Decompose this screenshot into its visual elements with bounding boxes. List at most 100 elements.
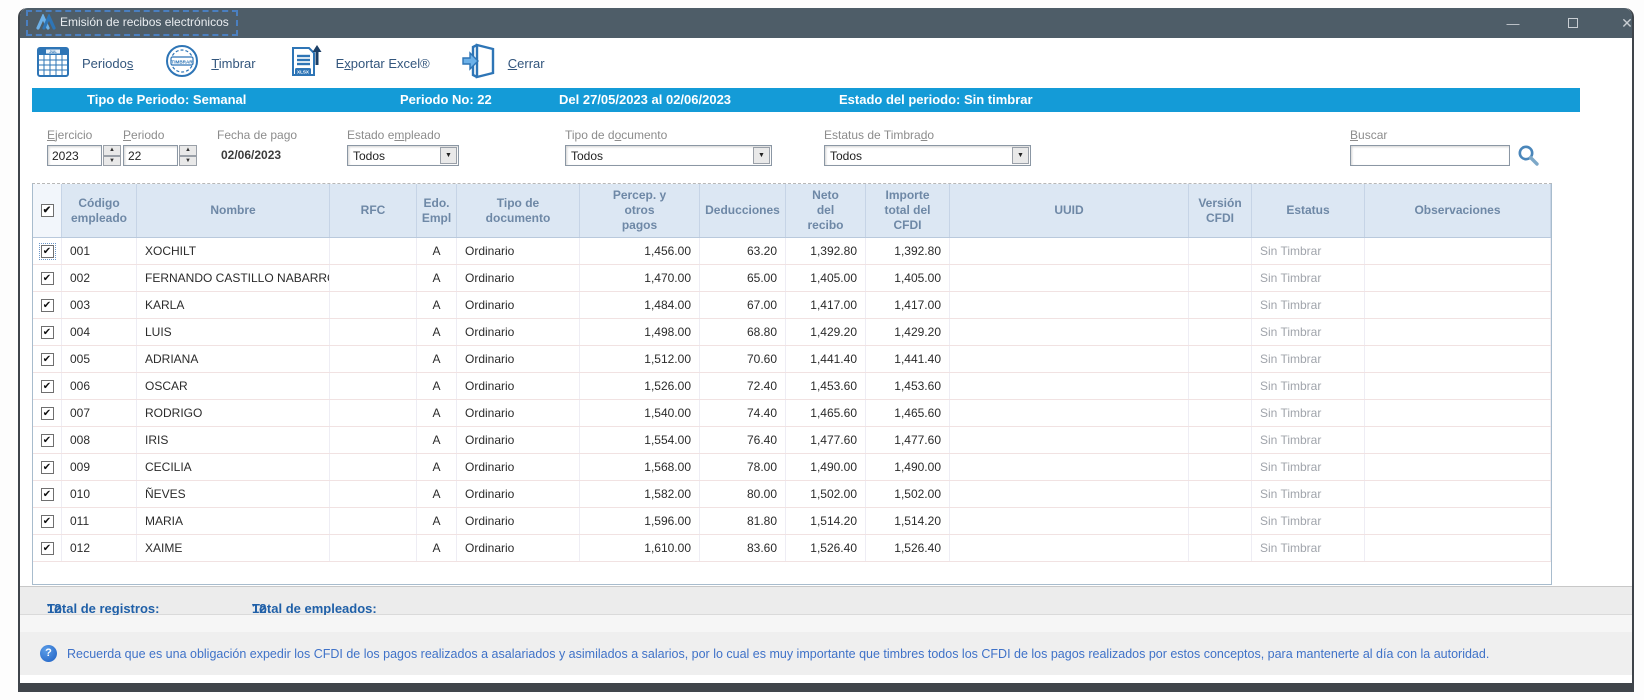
periodo-numero: Periodo No: 22 xyxy=(400,92,492,107)
column-header-percep: Percep. y otros pagos xyxy=(580,184,700,237)
ejercicio-up-icon[interactable]: ▲ xyxy=(103,145,121,156)
fecha-pago-label: Fecha de pago xyxy=(217,128,297,142)
table-header-row: ✔ Código empleadoNombreRFCEdo. EmplTipo … xyxy=(33,184,1551,238)
table-row[interactable]: ✔006OSCARAOrdinario1,526.0072.401,453.60… xyxy=(33,373,1551,400)
estatus-timbrado-select[interactable]: Todos ▼ xyxy=(824,145,1031,166)
maximize-icon xyxy=(1568,18,1578,28)
window-bottom-border xyxy=(20,683,1632,692)
periodo-down-icon[interactable]: ▼ xyxy=(179,156,197,167)
table-row[interactable]: ✔007RODRIGOAOrdinario1,540.0074.401,465.… xyxy=(33,400,1551,427)
search-input[interactable] xyxy=(1350,145,1510,166)
row-checkbox[interactable]: ✔ xyxy=(41,299,54,312)
ejercicio-label: Ejercicio xyxy=(47,128,92,142)
exportar-excel-label: Exportar Excel® xyxy=(336,56,430,71)
column-header-estatus: Estatus xyxy=(1252,184,1365,237)
timbrar-button[interactable]: TIMBRAR Timbrar xyxy=(163,42,255,85)
exit-door-icon xyxy=(460,41,498,86)
ejercicio-down-icon[interactable]: ▼ xyxy=(103,156,121,167)
table-row[interactable]: ✔010ÑEVESAOrdinario1,582.0080.001,502.00… xyxy=(33,481,1551,508)
row-checkbox[interactable]: ✔ xyxy=(41,353,54,366)
table-row[interactable]: ✔004LUISAOrdinario1,498.0068.801,429.201… xyxy=(33,319,1551,346)
chevron-down-icon[interactable]: ▼ xyxy=(440,147,457,164)
column-header-importe: Importe total del CFDI xyxy=(866,184,950,237)
svg-text:TIMBRAR: TIMBRAR xyxy=(172,59,194,64)
minimize-button[interactable]: — xyxy=(1498,12,1528,34)
screen: Emisión de recibos electrónicos — ✕ JUL xyxy=(0,0,1644,700)
periodos-button[interactable]: JUL Periodos xyxy=(34,43,133,84)
exportar-excel-button[interactable]: XLSX Exportar Excel® xyxy=(286,41,430,86)
search-icon[interactable] xyxy=(1516,144,1540,173)
select-all-checkbox[interactable]: ✔ xyxy=(41,204,54,217)
svg-text:XLSX: XLSX xyxy=(297,69,310,74)
periodo-label: Periodo xyxy=(123,128,164,142)
periodo-up-icon[interactable]: ▲ xyxy=(179,145,197,156)
table-row[interactable]: ✔001XOCHILTAOrdinario1,456.0063.201,392.… xyxy=(33,238,1551,265)
column-header-name: Nombre xyxy=(137,184,330,237)
maximize-button[interactable] xyxy=(1558,12,1588,34)
table-row[interactable]: ✔012XAIMEAOrdinario1,610.0083.601,526.40… xyxy=(33,535,1551,562)
row-checkbox[interactable]: ✔ xyxy=(41,461,54,474)
table-row[interactable]: ✔005ADRIANAAOrdinario1,512.0070.601,441.… xyxy=(33,346,1551,373)
row-checkbox[interactable]: ✔ xyxy=(41,542,54,555)
estatus-timbrado-label: Estatus de Timbrado xyxy=(824,128,934,142)
column-header-doctype: Tipo de documento xyxy=(457,184,580,237)
row-checkbox[interactable]: ✔ xyxy=(41,245,54,258)
close-button[interactable]: ✕ xyxy=(1612,12,1642,34)
chevron-down-icon[interactable]: ▼ xyxy=(753,147,770,164)
column-header-neto: Neto del recibo xyxy=(786,184,866,237)
help-icon: ? xyxy=(40,645,57,662)
totals-bar: Total de registros: 12 Total de empleado… xyxy=(20,586,1632,615)
app-icon xyxy=(36,14,56,37)
calendar-icon: JUL xyxy=(34,43,72,84)
periodo-tipo: Tipo de Periodo: Semanal xyxy=(87,92,246,107)
timbrar-label: Timbrar xyxy=(211,56,255,71)
row-checkbox[interactable]: ✔ xyxy=(41,407,54,420)
table-row[interactable]: ✔003KARLAAOrdinario1,484.0067.001,417.00… xyxy=(33,292,1551,319)
estado-empleado-label: Estado empleado xyxy=(347,128,440,142)
column-header-edo: Edo. Empl xyxy=(417,184,457,237)
column-header-rfc: RFC xyxy=(330,184,417,237)
periodo-rango: Del 27/05/2023 al 02/06/2023 xyxy=(559,92,731,107)
column-header-code: Código empleado xyxy=(62,184,137,237)
table-row[interactable]: ✔009CECILIAAOrdinario1,568.0078.001,490.… xyxy=(33,454,1551,481)
table-body: ✔001XOCHILTAOrdinario1,456.0063.201,392.… xyxy=(33,238,1551,562)
buscar-label: Buscar xyxy=(1350,128,1387,142)
table-row[interactable]: ✔002FERNANDO CASTILLO NABARROAOrdinario1… xyxy=(33,265,1551,292)
spacer xyxy=(20,615,1632,632)
row-checkbox[interactable]: ✔ xyxy=(41,515,54,528)
cerrar-button[interactable]: Cerrar xyxy=(460,41,545,86)
footer-note-bar: ? Recuerda que es una obligación expedir… xyxy=(20,632,1632,675)
period-info-bar: Tipo de Periodo: Semanal Periodo No: 22 … xyxy=(32,88,1580,112)
periodos-label: Periodos xyxy=(82,56,133,71)
table-row[interactable]: ✔008IRISAOrdinario1,554.0076.401,477.601… xyxy=(33,427,1551,454)
periodo-spinner[interactable]: 22 ▲▼ xyxy=(123,145,197,166)
tipo-documento-label: Tipo de documento xyxy=(565,128,667,142)
window-title: Emisión de recibos electrónicos xyxy=(60,15,229,29)
stamp-icon: TIMBRAR xyxy=(163,42,201,85)
estado-empleado-select[interactable]: Todos ▼ xyxy=(347,145,459,166)
excel-export-icon: XLSX xyxy=(286,41,326,86)
column-header-version: Versión CFDI xyxy=(1189,184,1252,237)
toolbar: JUL Periodos TIMBRAR xyxy=(20,38,1632,88)
row-checkbox[interactable]: ✔ xyxy=(41,488,54,501)
column-header-obs: Observaciones xyxy=(1365,184,1551,237)
row-checkbox[interactable]: ✔ xyxy=(41,326,54,339)
chevron-down-icon[interactable]: ▼ xyxy=(1012,147,1029,164)
tipo-documento-select[interactable]: Todos ▼ xyxy=(565,145,772,166)
select-all-cell: ✔ xyxy=(33,184,62,237)
column-header-deduc: Deducciones xyxy=(700,184,786,237)
cerrar-label: Cerrar xyxy=(508,56,545,71)
footer-note-text: Recuerda que es una obligación expedir l… xyxy=(67,647,1489,661)
title-bar: Emisión de recibos electrónicos — ✕ xyxy=(20,8,1632,38)
table-row[interactable]: ✔011MARIAAOrdinario1,596.0081.801,514.20… xyxy=(33,508,1551,535)
svg-text:JUL: JUL xyxy=(49,49,57,54)
row-checkbox[interactable]: ✔ xyxy=(41,380,54,393)
employees-table: ✔ Código empleadoNombreRFCEdo. EmplTipo … xyxy=(32,183,1552,585)
app-window: Emisión de recibos electrónicos — ✕ JUL xyxy=(18,8,1634,692)
periodo-estado: Estado del periodo: Sin timbrar xyxy=(839,92,1033,107)
row-checkbox[interactable]: ✔ xyxy=(41,272,54,285)
row-checkbox[interactable]: ✔ xyxy=(41,434,54,447)
fecha-pago-value: 02/06/2023 xyxy=(221,148,281,169)
column-header-uuid: UUID xyxy=(950,184,1189,237)
ejercicio-spinner[interactable]: 2023 ▲▼ xyxy=(47,145,121,166)
